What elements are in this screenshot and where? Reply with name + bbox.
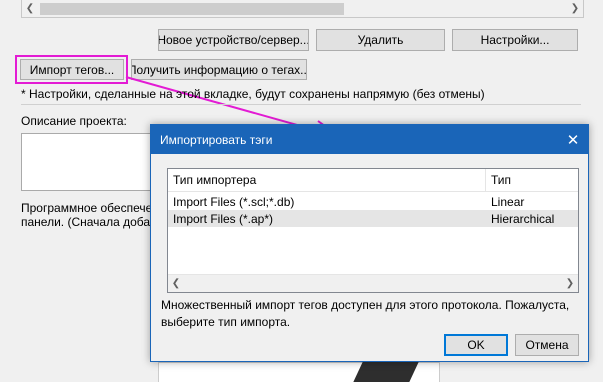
- scroll-left-arrow-icon[interactable]: ❮: [168, 275, 184, 291]
- scroll-left-arrow-icon[interactable]: ❮: [22, 0, 38, 17]
- column-header-type[interactable]: Тип: [486, 169, 578, 191]
- list-header: Тип импортера Тип: [168, 169, 578, 192]
- separator: [21, 104, 581, 105]
- settings-note: * Настройки, сделанные на этой вкладке, …: [21, 87, 485, 101]
- dialog-message: Множественный импорт тегов доступен для …: [161, 298, 570, 329]
- top-horizontal-scrollbar[interactable]: ❮ ❯: [21, 0, 584, 18]
- settings-button[interactable]: Настройки...: [452, 29, 578, 51]
- get-tag-info-button[interactable]: Получить информацию о тегах...: [131, 59, 307, 80]
- import-tags-dialog: Импортировать тэги ✕ Тип импортера Тип I…: [150, 124, 589, 362]
- importer-name: Import Files (*.ap*): [173, 211, 274, 226]
- software-text-line2: панели. (Сначала добавь: [21, 215, 163, 229]
- highlight-frame: [15, 55, 128, 84]
- list-horizontal-scrollbar[interactable]: ❮ ❯: [168, 274, 578, 292]
- scrollbar-thumb[interactable]: [40, 3, 344, 15]
- delete-button[interactable]: Удалить: [316, 29, 445, 51]
- new-device-button[interactable]: Новое устройство/сервер...: [158, 29, 309, 51]
- cancel-button[interactable]: Отмена: [515, 334, 579, 356]
- list-item[interactable]: Import Files (*.scl;*.db) Linear: [168, 193, 578, 210]
- importer-type: Linear: [491, 194, 525, 209]
- list-item[interactable]: Import Files (*.ap*) Hierarchical: [168, 210, 578, 227]
- device-image: [353, 362, 419, 382]
- importer-type: Hierarchical: [491, 211, 555, 226]
- ok-button[interactable]: OK: [444, 334, 508, 356]
- close-icon[interactable]: ✕: [558, 125, 588, 154]
- project-description-label: Описание проекта:: [21, 114, 127, 128]
- dialog-titlebar[interactable]: Импортировать тэги ✕: [151, 125, 588, 154]
- importer-name: Import Files (*.scl;*.db): [173, 194, 295, 209]
- column-header-importer-type[interactable]: Тип импортера: [168, 169, 486, 191]
- scroll-right-arrow-icon[interactable]: ❯: [567, 0, 583, 17]
- software-text-line1: Программное обеспече: [21, 201, 153, 215]
- importer-list[interactable]: Тип импортера Тип Import Files (*.scl;*.…: [167, 168, 579, 293]
- project-description-field[interactable]: [21, 133, 156, 191]
- scroll-right-arrow-icon[interactable]: ❯: [562, 275, 578, 291]
- dialog-title: Импортировать тэги: [160, 133, 273, 147]
